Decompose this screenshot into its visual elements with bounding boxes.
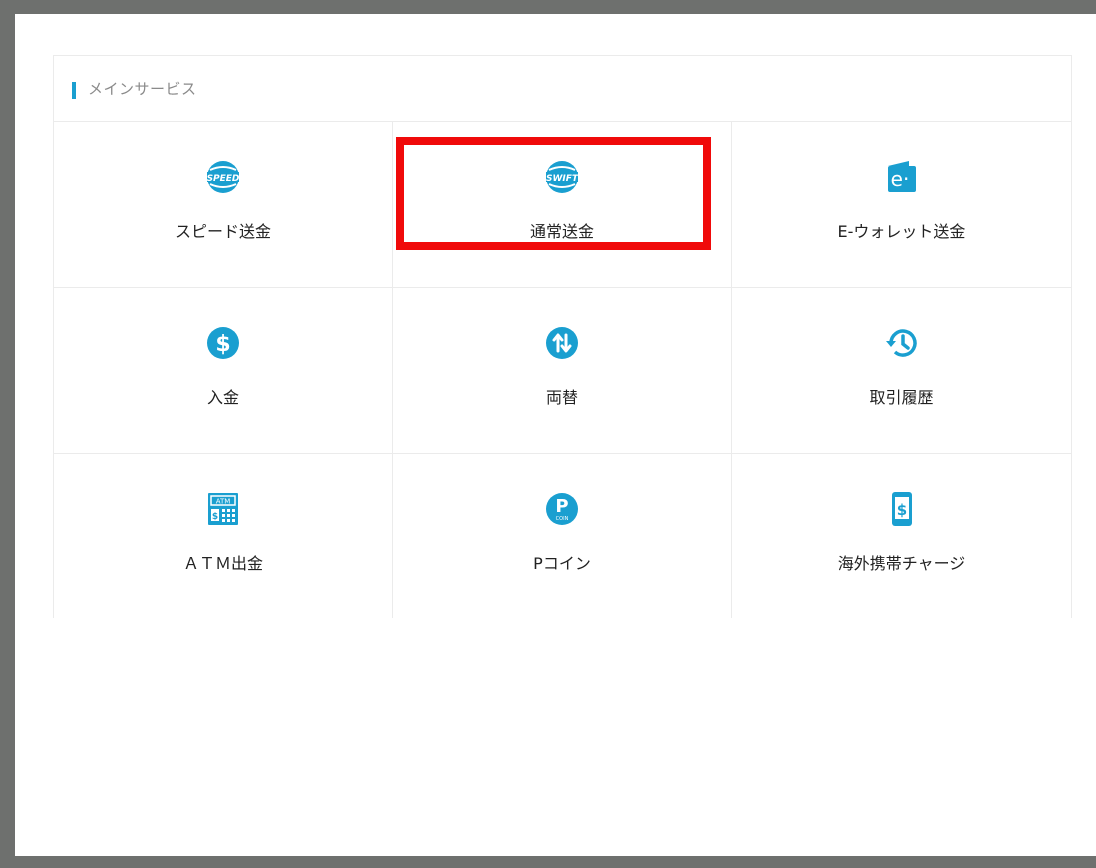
service-ewallet-transfer[interactable]: e· E-ウォレット送金 (732, 122, 1071, 288)
svg-text:COIN: COIN (556, 516, 569, 522)
services-grid: SPEED スピード送金 SWIFT 通常送金 e· E-ウォレット送金 $ 入… (54, 122, 1071, 618)
service-label: 取引履歴 (869, 388, 934, 407)
exchange-arrows-icon (545, 326, 579, 360)
panel-header: メインサービス (54, 56, 1071, 122)
main-services-panel: メインサービス SPEED スピード送金 SWIFT 通常送金 e· E-ウォレ… (53, 55, 1072, 618)
service-label: Pコイン (533, 554, 591, 573)
service-speed-transfer[interactable]: SPEED スピード送金 (54, 122, 393, 288)
svg-text:$: $ (215, 332, 230, 357)
service-transaction-history[interactable]: 取引履歴 (732, 288, 1071, 454)
service-label: スピード送金 (174, 222, 271, 241)
svg-text:$: $ (212, 512, 218, 522)
section-title: メインサービス (88, 80, 197, 98)
service-exchange[interactable]: 両替 (393, 288, 732, 454)
svg-text:ATM: ATM (216, 498, 231, 506)
service-label: 両替 (545, 388, 578, 407)
pcoin-icon: P COIN (545, 492, 579, 526)
mobile-charge-icon: $ (885, 492, 919, 526)
svg-text:$: $ (896, 501, 906, 519)
ewallet-icon: e· (885, 160, 919, 194)
service-label: E-ウォレット送金 (837, 222, 966, 241)
service-label: 入金 (206, 388, 239, 407)
service-atm-withdrawal[interactable]: ATM $ ＡＴＭ出金 (54, 454, 393, 618)
service-deposit[interactable]: $ 入金 (54, 288, 393, 454)
app-window: メインサービス SPEED スピード送金 SWIFT 通常送金 e· E-ウォレ… (15, 14, 1096, 856)
service-pcoin[interactable]: P COIN Pコイン (393, 454, 732, 618)
service-label: 海外携帯チャージ (837, 554, 966, 573)
service-label: ＡＴＭ出金 (182, 554, 263, 573)
svg-text:SWIFT: SWIFT (546, 174, 579, 184)
section-marker (72, 82, 76, 99)
dollar-icon: $ (206, 326, 240, 360)
svg-text:SPEED: SPEED (207, 174, 240, 184)
speed-globe-icon: SPEED (206, 160, 240, 194)
history-clock-icon (885, 326, 919, 360)
service-normal-transfer[interactable]: SWIFT 通常送金 (393, 122, 732, 288)
service-label: 通常送金 (529, 222, 594, 241)
atm-icon: ATM $ (206, 492, 240, 526)
svg-text:e·: e· (890, 167, 909, 191)
service-mobile-charge[interactable]: $ 海外携帯チャージ (732, 454, 1071, 618)
swift-globe-icon: SWIFT (545, 160, 579, 194)
svg-text:P: P (555, 496, 568, 517)
